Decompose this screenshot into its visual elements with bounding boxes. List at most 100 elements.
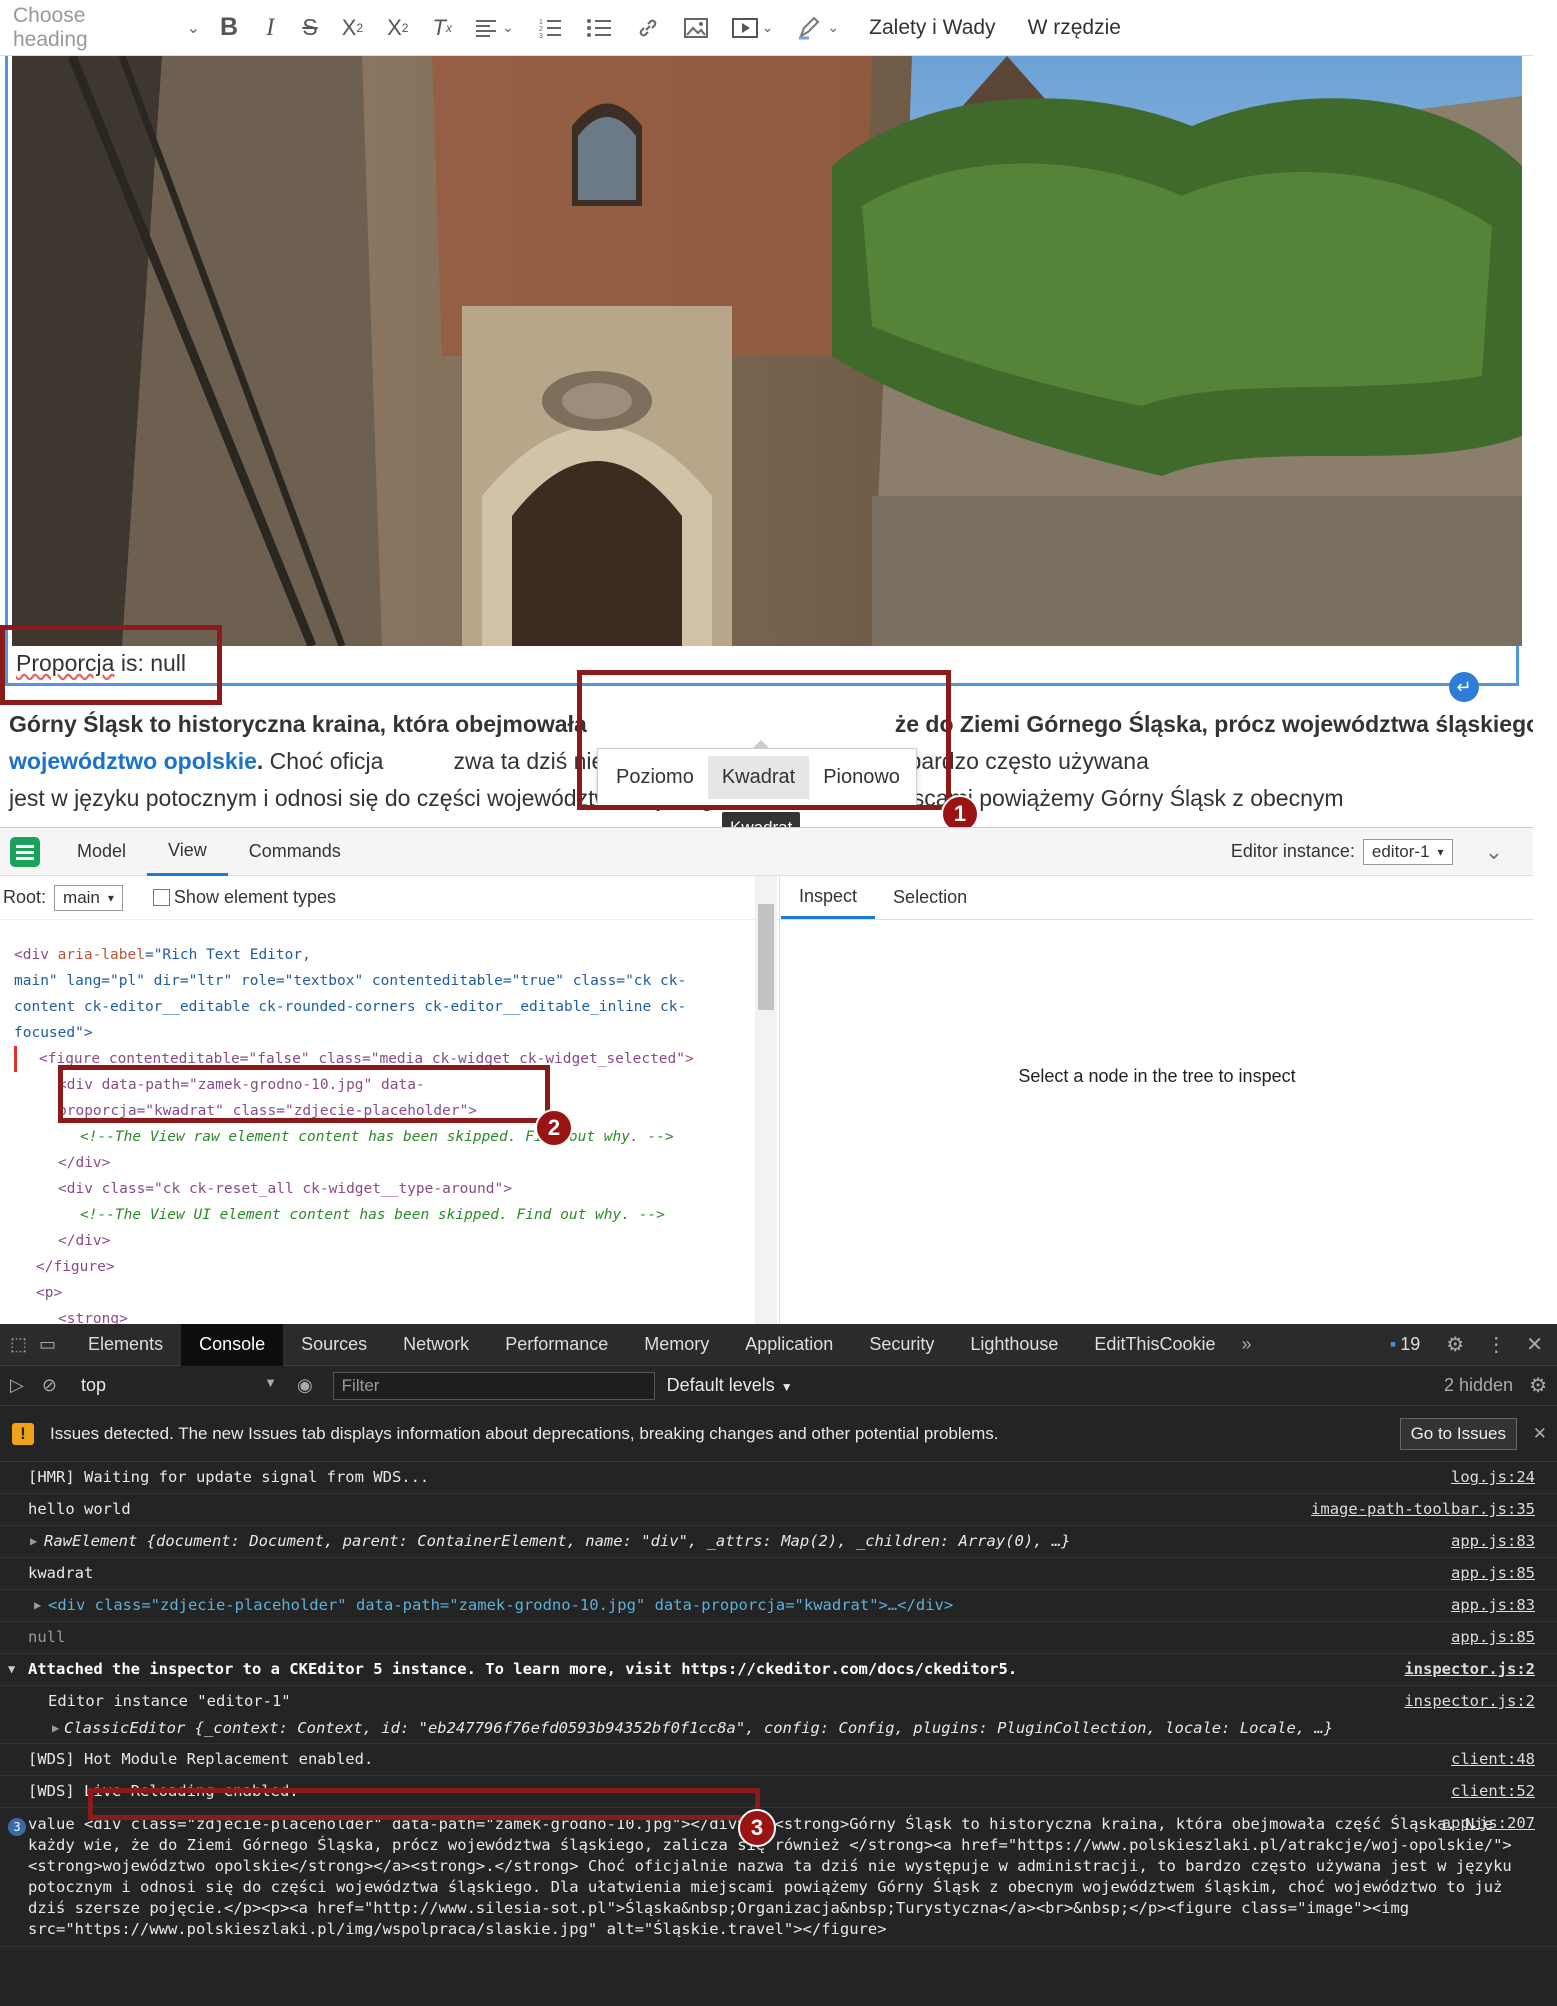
callout-badge-2: 2 (535, 1109, 573, 1147)
close-icon[interactable]: ✕ (1533, 1424, 1547, 1444)
bold-button[interactable]: B (220, 5, 238, 51)
in-row-button[interactable]: W rzędzie (1028, 16, 1121, 40)
more-options-icon[interactable]: ⋮ (1486, 1332, 1506, 1357)
editor-content[interactable]: Proporcja is: null ↵ Górny Śląsk to hist… (0, 56, 1533, 827)
link-button[interactable] (636, 5, 660, 51)
inspect-empty-message: Select a node in the tree to inspect (1018, 1066, 1296, 1086)
tab-inspect[interactable]: Inspect (781, 876, 876, 919)
tree-comment: <!--The View UI element content has been… (80, 1207, 665, 1223)
tab-console[interactable]: Console (181, 1323, 284, 1366)
tree-node-div-open[interactable]: <div data-path="zamek-grodno-10.jpg" dat… (14, 1072, 744, 1098)
media-button[interactable]: ⌄ (731, 5, 773, 51)
tooltip: Kwadrat (722, 812, 801, 827)
heading-dropdown[interactable]: Choose heading ⌄ (0, 4, 200, 52)
go-to-issues-button[interactable]: Go to Issues (1399, 1417, 1517, 1450)
log-source[interactable]: image-path-toolbar.js:35 (1311, 1494, 1535, 1525)
expand-triangle-icon[interactable]: ▶ (52, 1717, 59, 1739)
log-text[interactable]: RawElement {document: Document, parent: … (44, 1532, 1071, 1550)
collapse-chevron-icon[interactable]: ⌄ (1485, 839, 1503, 865)
clear-console-icon[interactable]: ⊘ (42, 1375, 57, 1396)
log-source[interactable]: app.js:83 (1451, 1590, 1535, 1621)
image-button[interactable] (683, 5, 708, 51)
ckeditor-inspector: Model View Commands Editor instance: edi… (0, 827, 1533, 1327)
tab-performance[interactable]: Performance (487, 1324, 626, 1366)
tree-comment: <!--The View raw element content has bee… (80, 1129, 674, 1145)
option-horizontal[interactable]: Poziomo (602, 756, 708, 799)
enter-icon: ↵ (1456, 676, 1472, 697)
log-text[interactable]: <div class="zdjecie-placeholder" data-pa… (48, 1596, 953, 1614)
opolskie-link[interactable]: województwo opolskie (9, 748, 257, 774)
levels-select[interactable]: Default levels ▼ (667, 1375, 793, 1396)
scrollbar-thumb[interactable] (758, 904, 774, 1010)
log-source[interactable]: inspector.js:2 (1404, 1654, 1535, 1685)
inspector-tabbar: Model View Commands Editor instance: edi… (0, 828, 1533, 876)
tree-scrollbar[interactable] (755, 876, 777, 1324)
insert-paragraph-button[interactable]: ↵ (1449, 672, 1479, 702)
settings-gear-icon[interactable]: ⚙ (1446, 1332, 1464, 1357)
log-source[interactable]: client:48 (1451, 1744, 1535, 1775)
tab-selection[interactable]: Selection (875, 876, 985, 919)
tab-security[interactable]: Security (851, 1324, 952, 1366)
root-select[interactable]: main ▾ (54, 884, 123, 911)
log-source[interactable]: app.js:85 (1451, 1558, 1535, 1589)
log-source[interactable]: client:52 (1451, 1776, 1535, 1807)
filter-input[interactable]: Filter (332, 1371, 655, 1400)
strikethrough-button[interactable]: S (302, 5, 317, 51)
tab-sources[interactable]: Sources (283, 1324, 385, 1366)
tab-view[interactable]: View (147, 828, 228, 876)
image-caption[interactable]: Proporcja is: null (16, 650, 186, 677)
tab-network[interactable]: Network (385, 1324, 487, 1366)
expand-triangle-icon[interactable]: ▶ (30, 1526, 37, 1557)
align-button[interactable]: ⌄ (474, 5, 514, 51)
numbered-list-icon: 123 (539, 19, 561, 39)
console-prompt[interactable]: › (8, 1999, 14, 2006)
log-text[interactable]: ClassicEditor {_context: Context, id: "e… (64, 1719, 1333, 1737)
option-vertical[interactable]: Pionowo (809, 756, 914, 799)
show-types-checkbox[interactable] (152, 889, 170, 906)
log-source[interactable]: app.js:207 (1442, 1812, 1535, 1834)
inspect-element-icon[interactable]: ⬚ (10, 1334, 27, 1355)
issues-counter[interactable]: ▪ 19 (1390, 1334, 1420, 1355)
log-entry-value: 3 app.js:207 value <div class="zdjecie-p… (0, 1808, 1557, 1947)
tab-elements[interactable]: Elements (70, 1324, 181, 1366)
tree-node-p[interactable]: <p> (14, 1280, 744, 1306)
tab-memory[interactable]: Memory (626, 1324, 727, 1366)
log-source[interactable]: log.js:24 (1451, 1462, 1535, 1493)
device-toolbar-icon[interactable]: ▭ (39, 1334, 56, 1355)
option-square[interactable]: Kwadrat (707, 755, 810, 799)
subscript-button[interactable]: X2 (342, 5, 363, 51)
pros-cons-button[interactable]: Zalety i Wady (869, 16, 995, 40)
media-widget[interactable]: Proporcja is: null ↵ (5, 56, 1522, 702)
tab-model[interactable]: Model (56, 828, 147, 876)
collapse-triangle-icon[interactable]: ▼ (8, 1654, 15, 1685)
remove-format-button[interactable]: Tx (432, 5, 451, 51)
console-settings-icon[interactable]: ⚙ (1529, 1373, 1547, 1398)
view-tree[interactable]: <div aria-label="Rich Text Editor, main"… (14, 942, 744, 1332)
numbered-list-button[interactable]: 123 (538, 5, 562, 51)
tree-node-ui[interactable]: <div class="ck ck-reset_all ck-widget__t… (14, 1176, 744, 1202)
log-source[interactable]: app.js:83 (1451, 1526, 1535, 1557)
instance-label: Editor instance: (1230, 841, 1355, 861)
context-select[interactable]: top ▼ (81, 1375, 277, 1396)
log-text: Attached the inspector to a CKEditor 5 i… (28, 1660, 1018, 1678)
log-source[interactable]: app.js:85 (1451, 1622, 1535, 1653)
log-source[interactable]: inspector.js:2 (1404, 1686, 1535, 1717)
castle-gate-image (12, 56, 1522, 646)
tab-lighthouse[interactable]: Lighthouse (952, 1324, 1076, 1366)
sidebar-toggle-icon[interactable]: ▷ (10, 1375, 24, 1396)
superscript-button[interactable]: X2 (387, 5, 408, 51)
tab-commands[interactable]: Commands (228, 828, 362, 876)
more-tabs-icon[interactable]: » (1241, 1334, 1251, 1355)
close-icon[interactable]: ✕ (1526, 1332, 1543, 1357)
bulleted-list-button[interactable] (586, 5, 612, 51)
eye-icon[interactable]: ◉ (297, 1375, 313, 1396)
tab-application[interactable]: Application (727, 1324, 851, 1366)
instance-select[interactable]: editor-1 ▾ (1362, 838, 1453, 865)
issues-count: 19 (1400, 1334, 1421, 1354)
expand-triangle-icon[interactable]: ▶ (34, 1590, 41, 1621)
italic-button[interactable]: I (266, 5, 274, 51)
context-value: top (80, 1375, 106, 1395)
tree-node-figure[interactable]: <figure contenteditable="false" class="m… (14, 1046, 744, 1072)
highlight-button[interactable]: ⌄ (797, 5, 839, 51)
tab-editthiscookie[interactable]: EditThisCookie (1076, 1324, 1233, 1366)
